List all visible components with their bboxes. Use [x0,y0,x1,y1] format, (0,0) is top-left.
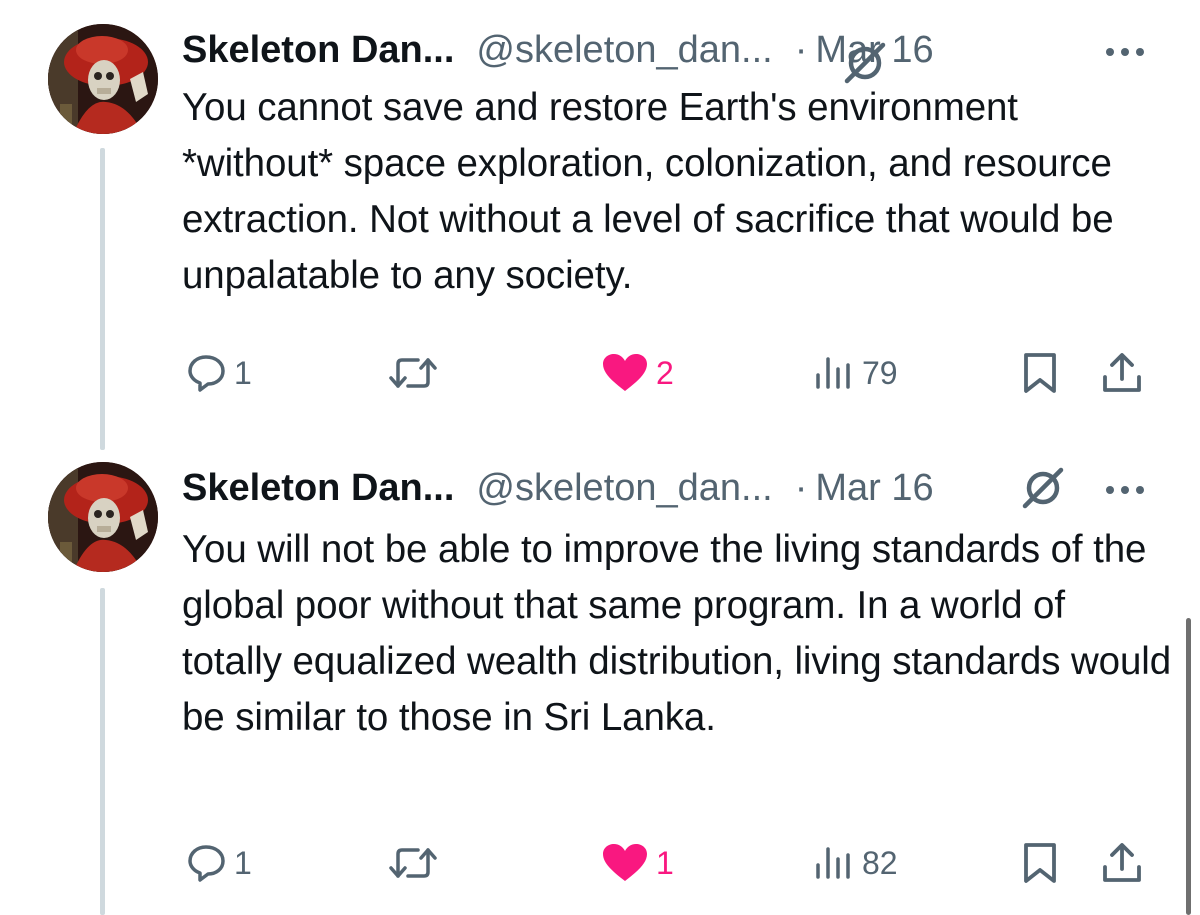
bookmark-button[interactable] [1022,348,1058,398]
views-count: 82 [862,844,898,881]
tweet-header: Skeleton Dan... @skeleton_dan... · Mar 1… [182,22,1172,78]
avatar-image [48,462,158,572]
heart-filled-icon [603,354,647,391]
bookmark-icon [1024,843,1056,883]
bookmark-icon [1024,353,1056,393]
heart-filled-icon [603,844,647,881]
reply-count: 1 [234,354,252,391]
tweet-actions: 1 2 79 [0,348,1200,398]
repost-button[interactable] [388,838,444,888]
repost-button[interactable] [388,348,444,398]
like-button[interactable]: 1 [600,838,674,888]
tweet[interactable]: Skeleton Dan... @skeleton_dan... · Mar 1… [0,460,1200,915]
repost-arrows-icon [389,358,437,388]
repost-arrows-icon [389,848,437,878]
avatar-image [48,24,158,134]
author-name[interactable]: Skeleton Dan... [182,467,454,510]
like-count: 1 [656,844,674,881]
views-button[interactable]: 79 [812,348,898,398]
speech-bubble-icon [188,845,225,882]
tweet-date[interactable]: Mar 16 [815,467,933,510]
share-button[interactable] [1100,348,1144,398]
views-count: 79 [862,354,898,391]
tweet[interactable]: Skeleton Dan... @skeleton_dan... · Mar 1… [0,22,1200,422]
bar-chart-icon [816,357,850,389]
reply-button[interactable]: 1 [186,348,252,398]
more-dots-icon[interactable] [1100,32,1150,72]
reply-button[interactable]: 1 [186,838,252,888]
tweet-actions: 1 1 82 [0,838,1200,888]
bookmark-button[interactable] [1022,838,1058,888]
speech-bubble-icon [188,355,225,392]
tweet-text: You cannot save and restore Earth's envi… [182,86,1114,297]
like-count: 2 [656,354,674,391]
reply-count: 1 [234,844,252,881]
separator: · [794,466,808,509]
tweet-text: You will not be able to improve the livi… [182,528,1172,739]
author-name[interactable]: Skeleton Dan... [182,29,454,72]
share-upload-icon [1103,843,1141,882]
bar-chart-icon [816,847,850,879]
grok-icon[interactable] [1020,465,1066,511]
share-button[interactable] [1100,838,1144,888]
separator: · [794,28,808,71]
avatar[interactable] [48,462,158,572]
scrollbar[interactable] [1186,618,1191,915]
like-button[interactable]: 2 [600,348,674,398]
views-button[interactable]: 82 [812,838,898,888]
author-handle[interactable]: @skeleton_dan... [476,29,772,72]
share-upload-icon [1103,353,1141,392]
author-handle[interactable]: @skeleton_dan... [476,467,772,510]
more-dots-icon[interactable] [1100,470,1150,510]
avatar[interactable] [48,24,158,134]
